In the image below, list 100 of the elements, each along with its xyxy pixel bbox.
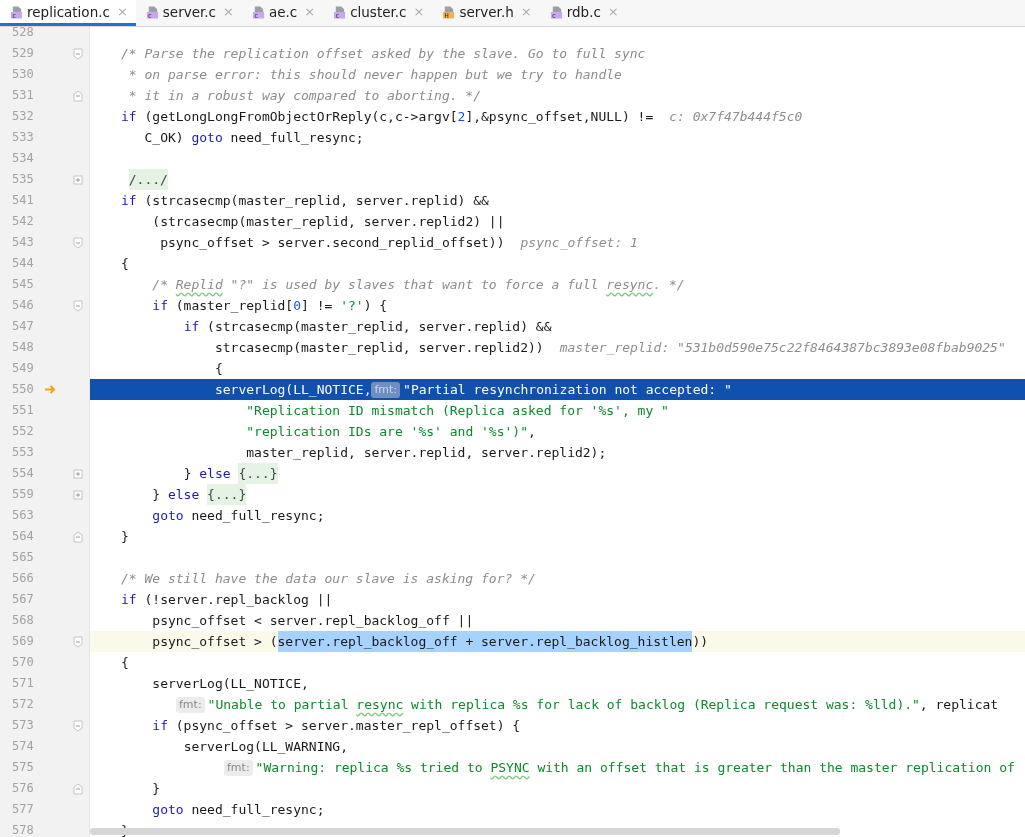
code-text: "replication IDs are '%s' and '%s')",	[246, 423, 536, 441]
code-text: if (getLongLongFromObjectOrReply(c,c->argv[2],&psync_offset,NULL) !=	[121, 108, 654, 126]
code-text: serverLog(LL_NOTICE,	[214, 381, 372, 399]
code-text: {	[214, 360, 223, 378]
code-text: {	[121, 255, 129, 273]
code-text: /* Parse the replication offset asked by the slave. Go to full sync	[121, 45, 646, 63]
file-icon	[549, 4, 563, 19]
collapse-fold-icon[interactable]	[73, 530, 84, 543]
collapse-fold-icon[interactable]	[73, 89, 84, 102]
line-number: 577	[10, 801, 34, 818]
line-number: 533	[10, 129, 34, 146]
line-number: 535	[10, 171, 34, 188]
line-number: 547	[10, 318, 34, 335]
line-number: 531	[10, 87, 34, 104]
code-text: master_replid, server.replid, server.replid2);	[246, 444, 607, 462]
code-text: ))	[692, 633, 709, 651]
code-text: }	[152, 780, 161, 798]
line-number: 570	[10, 654, 34, 671]
code-text: } else	[183, 465, 231, 483]
inline-value-hint: c: 0x7f47b444f5c0	[669, 108, 803, 126]
line-number: 568	[10, 612, 34, 629]
parameter-hint: fmt:	[224, 759, 253, 776]
line-number: 550	[10, 381, 34, 398]
line-number: 545	[10, 276, 34, 293]
line-number: 532	[10, 108, 34, 125]
code-text: /* Replid "?" is used by slaves that want to force a full resync. */	[152, 276, 685, 294]
code-text: "Warning: replica %s tried to PSYNC with an offset that is greater than the master replication of	[255, 759, 1015, 777]
folded-code[interactable]: {...}	[238, 463, 278, 484]
code-text: serverLog(LL_WARNING,	[183, 738, 348, 756]
collapse-fold-icon[interactable]	[73, 47, 84, 60]
collapse-fold-icon[interactable]	[73, 236, 84, 249]
parameter-hint: fmt:	[176, 696, 205, 713]
line-number: 553	[10, 444, 34, 461]
expand-fold-icon[interactable]	[73, 488, 84, 501]
code-text: C_OK) goto need_full_resync;	[144, 129, 364, 147]
collapse-fold-icon[interactable]	[73, 782, 84, 795]
code-text: if (strcasecmp(master_replid, server.replid) &&	[121, 192, 489, 210]
collapse-fold-icon[interactable]	[73, 299, 84, 312]
line-number: 543	[10, 234, 34, 251]
inline-value-hint: psync_offset: 1	[520, 234, 638, 252]
file-icon	[10, 4, 23, 19]
code-text: * on parse error: this should never happen but we try to handle	[128, 66, 622, 84]
line-number: 572	[10, 696, 34, 713]
expand-fold-icon[interactable]	[73, 467, 84, 480]
line-number: 571	[10, 675, 34, 692]
code-text: psync_offset > server.second_replid_offset))	[160, 234, 505, 252]
code-text: goto need_full_resync;	[152, 801, 325, 819]
line-number: 564	[10, 528, 34, 545]
line-number: 534	[10, 150, 34, 167]
code-text: /* We still have the data our slave is asking for? */	[121, 570, 536, 588]
line-number: 552	[10, 423, 34, 440]
folded-code[interactable]: {...}	[207, 484, 247, 505]
file-icon	[333, 4, 347, 19]
line-number: 578	[10, 822, 34, 837]
parameter-hint: fmt:	[371, 381, 401, 398]
code-text: if (psync_offset > server.master_repl_offset) {	[152, 717, 521, 735]
code-text: {	[121, 654, 129, 672]
line-number: 573	[10, 717, 34, 734]
line-number: 548	[10, 339, 34, 356]
code-text: "Partial resynchronization not accepted: "	[403, 381, 732, 399]
line-number: 567	[10, 591, 34, 608]
file-icon	[442, 4, 456, 19]
collapse-fold-icon[interactable]	[73, 719, 84, 732]
file-icon	[145, 4, 159, 19]
code-text: if (!server.repl_backlog ||	[121, 591, 333, 609]
code-text: psync_offset < server.repl_backlog_off ||	[152, 612, 474, 630]
line-number: 575	[10, 759, 34, 776]
line-number: 559	[10, 486, 34, 503]
line-number: 569	[10, 633, 34, 650]
line-number: 566	[10, 570, 34, 587]
inline-value-hint: master_replid: "531b0d590e75c22f8464387bc3893e08fbab9025"	[559, 339, 1006, 357]
line-number: 529	[10, 45, 34, 62]
line-number: 546	[10, 297, 34, 314]
line-number: 549	[10, 360, 34, 377]
code-text: } else	[152, 486, 200, 504]
expand-fold-icon[interactable]	[73, 173, 84, 186]
code-text: serverLog(LL_NOTICE,	[152, 675, 309, 693]
code-text: if (master_replid[0] != '?') {	[152, 297, 388, 315]
line-number: 541	[10, 192, 34, 209]
line-number: 565	[10, 549, 34, 566]
line-number: 544	[10, 255, 34, 272]
file-icon	[251, 4, 265, 19]
code-text: "Unable to partial resync with replica %s for lack of backlog (Replica request was: %lld).", replicat	[207, 696, 999, 714]
code-text: strcasecmp(master_replid, server.replid2))	[214, 339, 544, 357]
code-text: "Replication ID mismatch (Replica asked for '%s', my "	[246, 402, 669, 420]
folded-code[interactable]: /.../	[128, 169, 168, 190]
line-number: 542	[10, 213, 34, 230]
line-number: 528	[10, 27, 34, 41]
line-number: 554	[10, 465, 34, 482]
code-text: if (strcasecmp(master_replid, server.replid) &&	[183, 318, 552, 336]
code-text: psync_offset > (	[152, 633, 278, 651]
collapse-fold-icon[interactable]	[73, 635, 84, 648]
execution-arrow-icon	[43, 384, 57, 395]
code-text: }	[121, 528, 129, 546]
line-number: 530	[10, 66, 34, 83]
code-text: goto need_full_resync;	[152, 507, 325, 525]
line-number: 576	[10, 780, 34, 797]
line-number: 574	[10, 738, 34, 755]
code-text: * it in a robust way compared to aborting. */	[128, 87, 482, 105]
selected-code: server.repl_backlog_off + server.repl_backlog_histlen	[277, 631, 693, 652]
